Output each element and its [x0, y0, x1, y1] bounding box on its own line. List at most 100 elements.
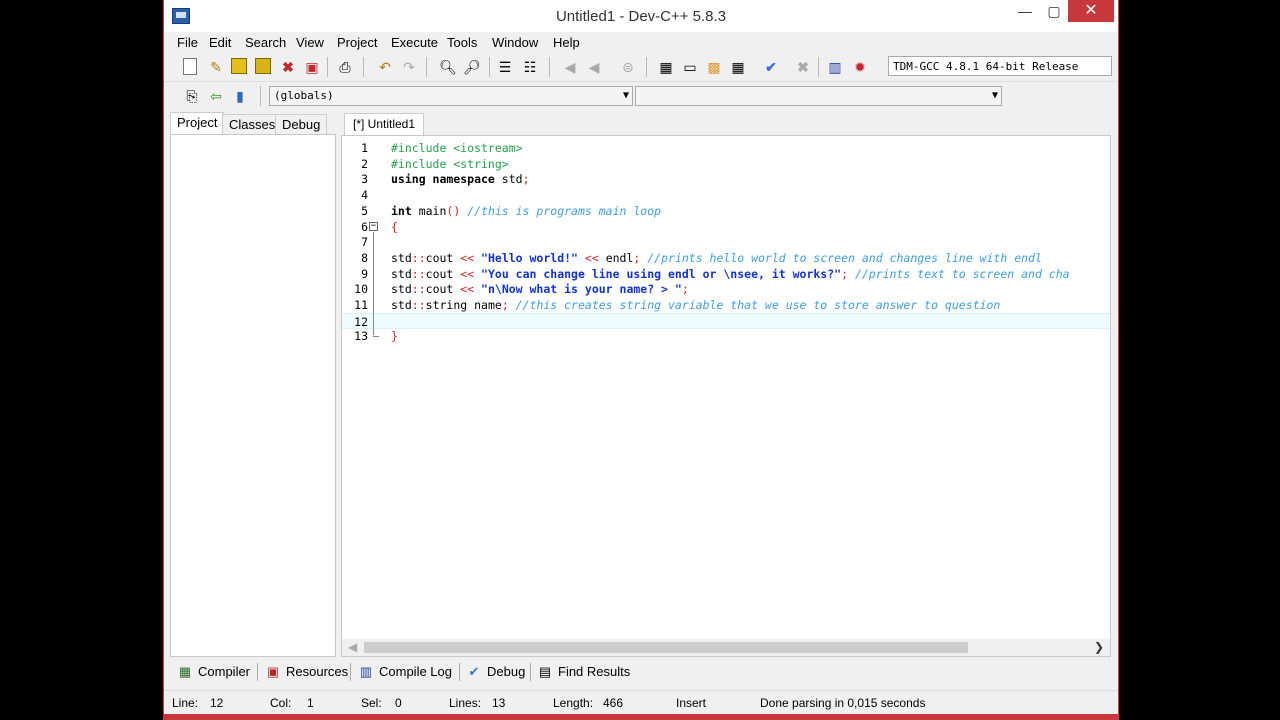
code-line[interactable]: 5 int main() //this is programs main loop — [342, 203, 1110, 219]
menu-project[interactable]: Project — [337, 35, 377, 50]
find-icon[interactable]: 🔍︎ — [439, 58, 457, 76]
code-line[interactable]: 6 {− — [342, 219, 1110, 235]
code-line[interactable]: 10 std::cout << "n\Now what is your name?… — [342, 281, 1110, 297]
menu-view[interactable]: View — [296, 35, 324, 50]
line-number: 3 — [361, 172, 368, 187]
save-all-icon[interactable] — [255, 58, 271, 74]
save-icon[interactable] — [231, 58, 247, 74]
menu-edit[interactable]: Edit — [209, 35, 231, 50]
scroll-left-icon[interactable]: ◀ — [348, 640, 357, 654]
menu-bar: File Edit Search View Project Execute To… — [164, 32, 1118, 52]
fold-collapse-icon[interactable]: − — [369, 221, 378, 231]
goto-icon[interactable]: ⊜ — [619, 58, 637, 76]
code-editor[interactable]: 1 #include <iostream> 2 #include <string> 3 u… — [341, 135, 1111, 657]
close-file-icon[interactable]: ✖ — [279, 58, 297, 76]
redo-icon[interactable]: ↷ — [400, 58, 418, 76]
menu-help[interactable]: Help — [553, 35, 580, 50]
tab-project[interactable]: Project — [170, 112, 225, 135]
stop-icon[interactable]: ✖ — [794, 58, 812, 76]
menu-search[interactable]: Search — [245, 35, 286, 50]
horizontal-scrollbar[interactable]: ◀ ❯ — [342, 639, 1110, 656]
indent-icon[interactable]: ☰ — [496, 58, 514, 76]
scrollbar-thumb[interactable] — [364, 642, 968, 653]
back-icon[interactable]: ◀ — [561, 58, 579, 76]
code-line[interactable]: 7 — [342, 234, 1110, 250]
tab-debug[interactable]: Debug — [275, 114, 328, 135]
status-sel-value: 0 — [395, 696, 402, 710]
close-all-icon[interactable]: ▣ — [303, 58, 321, 76]
code-line[interactable]: 2 #include <string> — [342, 156, 1110, 172]
scope-combo[interactable]: (globals) ▼ — [269, 86, 633, 106]
find-results-icon: ▤ — [538, 664, 552, 679]
scroll-right-icon[interactable]: ❯ — [1094, 640, 1104, 654]
toolbar-separator — [426, 57, 427, 77]
tab-debug-output[interactable]: ✔ Debug — [463, 661, 526, 683]
goto-line-icon[interactable]: ⇦ — [207, 87, 225, 105]
code-token: std — [391, 282, 412, 297]
bookmark-icon[interactable]: ▮ — [231, 87, 249, 105]
color-grid-icon[interactable]: ▩ — [705, 58, 723, 76]
status-message: Done parsing in 0,015 seconds — [760, 696, 926, 710]
line-number: 12 — [354, 314, 368, 329]
code-line[interactable]: 11 std::string name; //this creates strin… — [342, 297, 1110, 313]
code-token: "Hello world!" — [481, 250, 578, 265]
project-browser[interactable] — [170, 134, 336, 657]
tab-classes[interactable]: Classes — [222, 114, 283, 135]
code-line[interactable]: 13} — [342, 328, 1110, 344]
chevron-down-icon: ▼ — [991, 90, 998, 101]
code-token: :: — [411, 250, 426, 265]
toolbar-separator — [327, 57, 328, 77]
menu-tools[interactable]: Tools — [447, 35, 477, 50]
code-line[interactable]: 8 std::cout << "Hello world!" << endl; //… — [342, 250, 1110, 266]
code-token: std — [501, 172, 523, 187]
tab-resources[interactable]: ▣ Resources — [262, 661, 348, 683]
toolbar-separator — [489, 57, 490, 77]
code-line[interactable]: 4 — [342, 187, 1110, 203]
profile-icon[interactable]: ✹ — [851, 58, 869, 76]
menu-execute[interactable]: Execute — [391, 35, 438, 50]
menu-file[interactable]: File — [177, 35, 198, 50]
line-number: 2 — [361, 156, 368, 171]
scope-combo-value: (globals) — [274, 89, 334, 102]
unindent-icon[interactable]: ☷ — [521, 58, 539, 76]
toolbar-separator — [549, 57, 550, 77]
close-button[interactable]: ✕ — [1068, 0, 1114, 22]
replace-icon[interactable]: 🔎︎ — [463, 58, 481, 76]
tab-compiler[interactable]: ▦ Compiler — [174, 661, 250, 683]
forward-icon[interactable]: ◀ — [585, 58, 603, 76]
layout-icon[interactable]: ▦ — [729, 58, 747, 76]
line-number: 1 — [361, 141, 368, 155]
menu-window[interactable]: Window — [492, 35, 538, 50]
bottom-panel-tabs: ▦ Compiler ▣ Resources ▥ Compile Log ✔ D… — [170, 660, 1114, 684]
line-number: 8 — [361, 250, 368, 265]
code-line[interactable]: 1 #include <iostream> — [342, 140, 1110, 156]
undo-icon[interactable]: ↶ — [376, 58, 394, 76]
member-combo[interactable]: ▼ — [635, 86, 1002, 106]
editor-tab-untitled1[interactable]: [*] Untitled1 — [344, 113, 425, 136]
print-icon[interactable]: ⎙ — [336, 58, 354, 76]
tab-compile-log[interactable]: ▥ Compile Log — [355, 661, 452, 683]
window-icon[interactable]: ▭ — [681, 58, 699, 76]
code-token: std — [391, 298, 412, 312]
chart-icon[interactable]: ▥ — [826, 58, 844, 76]
code-token: ; — [501, 298, 516, 312]
minimize-button[interactable]: — — [1009, 0, 1041, 22]
code-token: () — [446, 203, 468, 218]
tab-find-results[interactable]: ▤ Find Results — [534, 661, 630, 683]
insert-icon[interactable]: ⎘ — [183, 87, 201, 105]
maximize-button[interactable]: ▢ — [1038, 0, 1070, 22]
code-line[interactable]: 9 std::cout << "You can change line using… — [342, 266, 1110, 282]
project-icon[interactable]: ▦ — [657, 58, 675, 76]
code-token: :: — [411, 298, 426, 312]
code-line[interactable]: 3 using namespace std; — [342, 171, 1110, 187]
code-line[interactable]: 12 — [342, 312, 1110, 329]
resources-icon: ▣ — [266, 664, 280, 679]
open-file-icon[interactable]: ✎ — [207, 58, 225, 76]
code-token: //this is programs main loop — [467, 203, 662, 218]
class-toolbar: ⎘ ⇦ ▮ (globals) ▼ ▼ — [164, 82, 1118, 110]
code-token: string name — [425, 298, 502, 312]
compiler-select[interactable]: TDM-GCC 4.8.1 64-bit Release — [888, 56, 1112, 76]
check-syntax-icon[interactable]: ✔ — [762, 58, 780, 76]
new-file-icon[interactable] — [183, 58, 197, 75]
chart-icon: ▥ — [359, 664, 373, 679]
